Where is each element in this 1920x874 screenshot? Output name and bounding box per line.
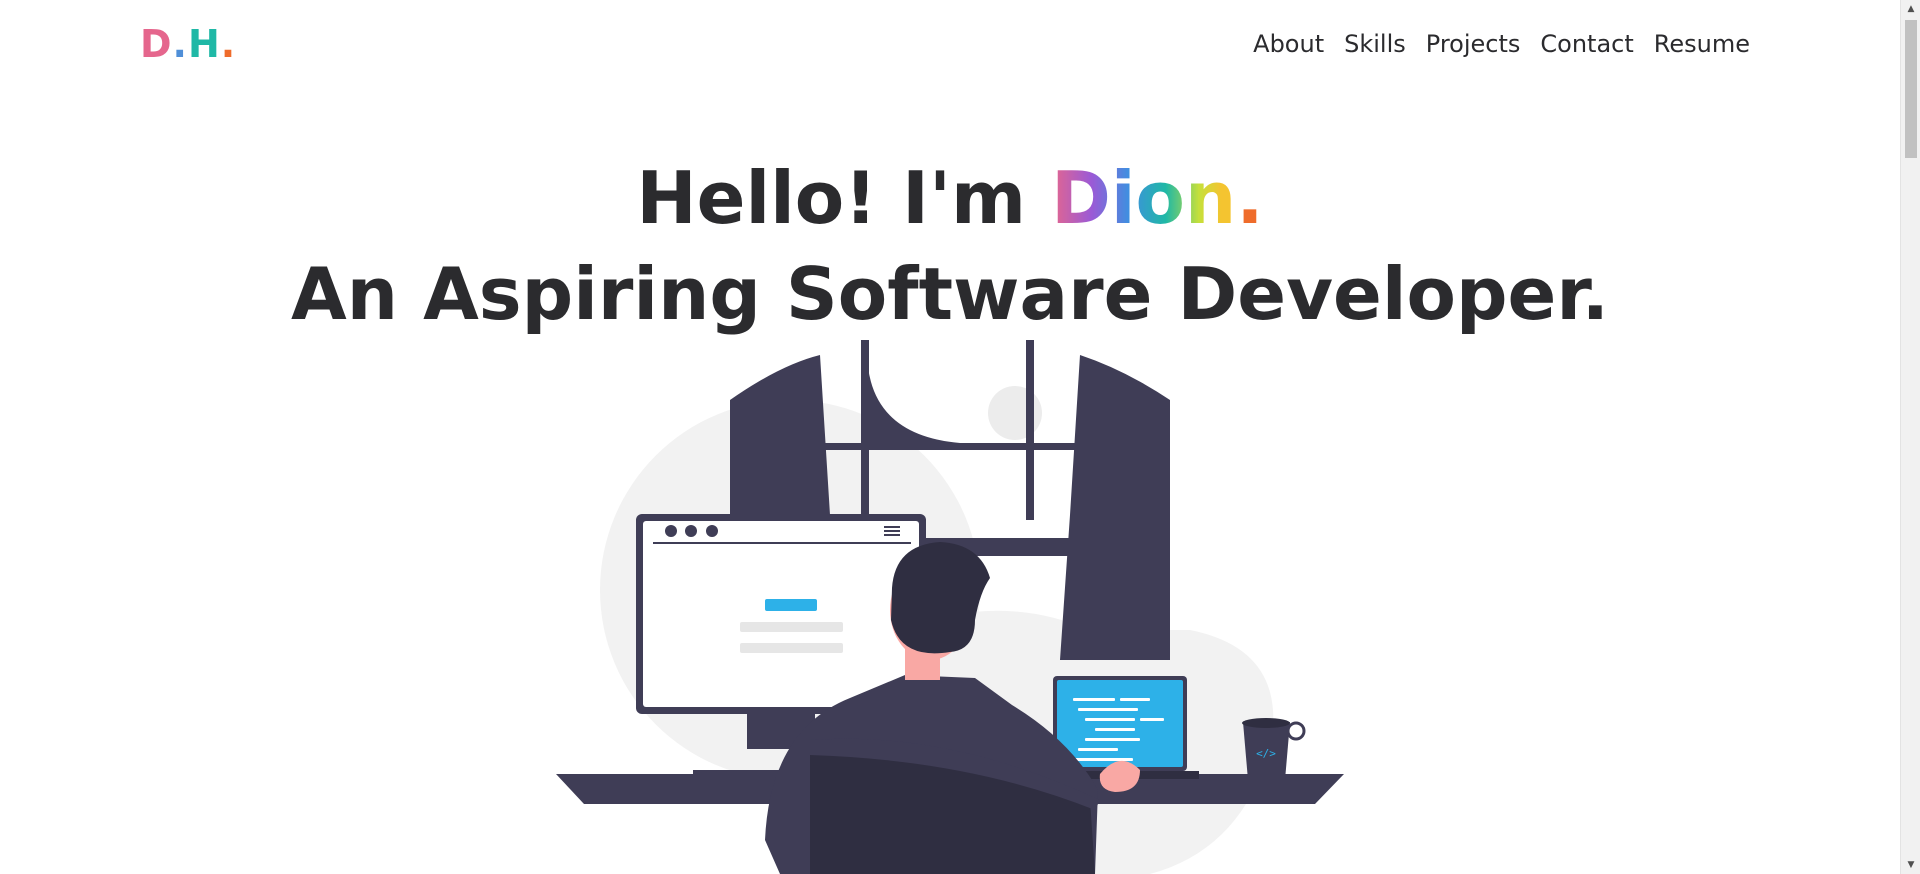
hero-title: Hello! I'm Dion. An Aspiring Software De…	[0, 150, 1900, 342]
mug-rim	[1242, 718, 1290, 728]
window-arch	[867, 352, 960, 443]
code-brackets-icon: </>	[1256, 747, 1276, 760]
hero-name: Dion	[1051, 156, 1237, 240]
hero-tagline: An Aspiring Software Developer.	[291, 252, 1609, 336]
screen-button-shape	[765, 599, 817, 611]
screen-text-line	[740, 622, 843, 632]
logo[interactable]: D.H.	[140, 22, 236, 66]
developer-at-desk-illustration: </>	[556, 340, 1344, 874]
logo-dot: .	[220, 22, 237, 66]
hero-greeting: Hello! I'm	[636, 156, 1052, 240]
laptop-screen	[1057, 680, 1183, 767]
scroll-up-arrow-icon[interactable]: ▲	[1901, 0, 1920, 18]
page: D.H. About Skills Projects Contact Resum…	[0, 0, 1920, 874]
window-mullion	[861, 340, 869, 520]
scrollbar-thumb[interactable]	[1905, 20, 1917, 158]
scrollbar[interactable]: ▲ ▼	[1900, 0, 1920, 874]
menu-icon	[884, 526, 900, 536]
navbar: D.H. About Skills Projects Contact Resum…	[0, 0, 1900, 92]
nav-link-projects[interactable]: Projects	[1426, 30, 1521, 58]
mug-handle	[1286, 721, 1306, 741]
window-transom	[825, 443, 1075, 450]
hero-greeting-line: Hello! I'm Dion.	[0, 150, 1900, 246]
window-dot-icon	[665, 525, 677, 537]
scroll-down-arrow-icon[interactable]: ▼	[1901, 856, 1920, 874]
window-dot-icon	[706, 525, 718, 537]
logo-dot: .	[172, 22, 188, 66]
nav-link-skills[interactable]: Skills	[1344, 30, 1406, 58]
hero-name-dot: .	[1236, 156, 1264, 240]
logo-letter-d: D	[140, 22, 173, 66]
screen-text-line	[740, 643, 843, 653]
nav-links: About Skills Projects Contact Resume	[1253, 30, 1750, 58]
window-panel-right	[1060, 355, 1170, 660]
monitor-screen	[643, 521, 919, 707]
window-panel-left	[730, 355, 830, 515]
window-mullion	[1026, 340, 1034, 520]
nav-link-resume[interactable]: Resume	[1654, 30, 1750, 58]
nav-link-about[interactable]: About	[1253, 30, 1324, 58]
logo-letter-h: H	[187, 22, 221, 66]
browser-divider	[653, 542, 911, 544]
nav-link-contact[interactable]: Contact	[1540, 30, 1633, 58]
window-dot-icon	[685, 525, 697, 537]
